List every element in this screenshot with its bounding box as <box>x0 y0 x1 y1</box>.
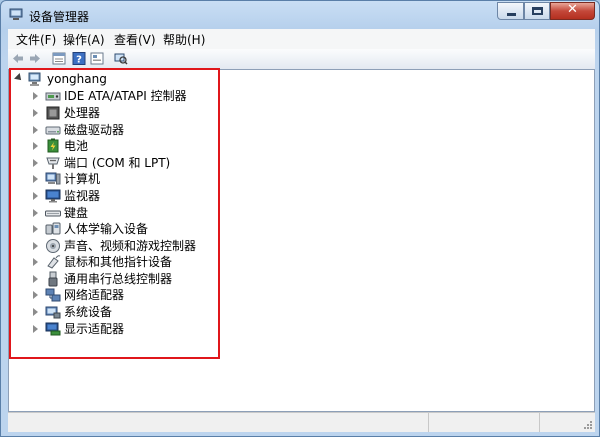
status-section-secondary <box>429 413 540 432</box>
minimize-icon <box>507 13 516 16</box>
minimize-button[interactable] <box>497 2 524 20</box>
menu-file[interactable]: 文件(F) <box>16 31 56 48</box>
properties-icon[interactable] <box>52 52 66 65</box>
forward-arrow-icon[interactable] <box>28 52 42 65</box>
maximize-icon <box>532 7 543 15</box>
resize-grip-icon[interactable] <box>583 420 593 430</box>
title-bar[interactable]: 设备管理器 ✕ <box>1 1 599 29</box>
maximize-button[interactable] <box>524 2 550 20</box>
status-section-main <box>8 413 429 432</box>
svg-text:?: ? <box>76 55 82 66</box>
window-title: 设备管理器 <box>29 10 90 24</box>
back-arrow-icon[interactable] <box>11 52 25 65</box>
device-manager-icon <box>9 8 23 20</box>
menu-bar: 文件(F) 操作(A) 查看(V) 帮助(H) <box>8 29 595 49</box>
scan-hardware-icon[interactable] <box>114 52 128 65</box>
highlight-annotation-box <box>9 68 220 359</box>
help-icon[interactable]: ? <box>72 52 86 65</box>
close-icon: ✕ <box>567 2 578 17</box>
toolbar: ? <box>8 49 595 70</box>
menu-view[interactable]: 查看(V) <box>114 31 156 48</box>
status-bar <box>8 412 595 432</box>
close-button[interactable]: ✕ <box>550 2 595 20</box>
menu-help[interactable]: 帮助(H) <box>163 31 205 48</box>
menu-action[interactable]: 操作(A) <box>63 31 105 48</box>
view-icon[interactable] <box>90 52 104 65</box>
